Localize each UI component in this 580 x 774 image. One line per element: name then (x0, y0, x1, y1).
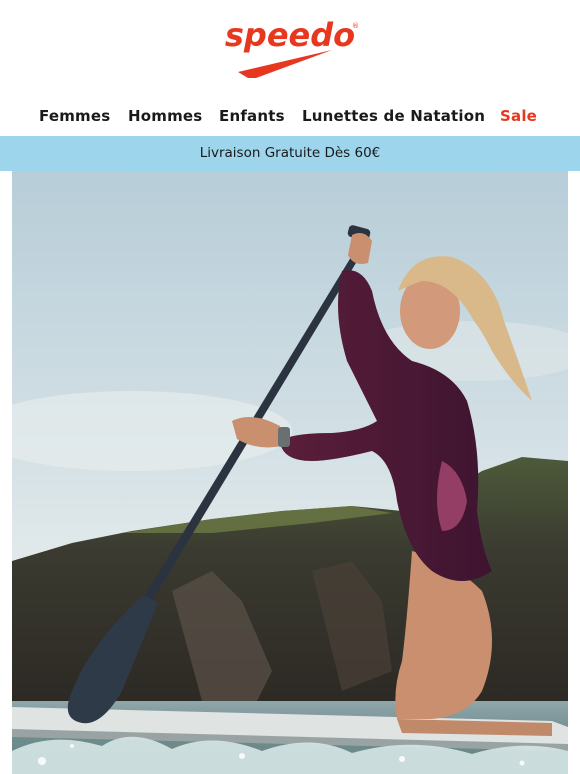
banner-text: Livraison Gratuite Dès 60€ (199, 145, 381, 161)
nav-item-enfants[interactable]: Enfants (219, 107, 285, 125)
speedo-logo[interactable]: speedo ® (220, 14, 360, 84)
boomerang-logo-icon (238, 50, 332, 78)
nav-item-lunettes-de-natation[interactable]: Lunettes de Natation (302, 107, 485, 125)
nav-item-sale[interactable]: Sale (500, 107, 537, 125)
svg-text:®: ® (352, 22, 359, 30)
paddleboarder-photo (12, 171, 568, 774)
nav-item-hommes[interactable]: Hommes (128, 107, 202, 125)
email-header: speedo ® (0, 0, 580, 100)
hero-image[interactable] (12, 171, 568, 774)
nav-item-femmes[interactable]: Femmes (39, 107, 110, 125)
speedo-wordmark: speedo (225, 16, 355, 54)
main-navigation: Femmes Hommes Enfants Lunettes de Natati… (0, 100, 580, 136)
free-shipping-banner[interactable]: Livraison Gratuite Dès 60€ (0, 136, 580, 171)
